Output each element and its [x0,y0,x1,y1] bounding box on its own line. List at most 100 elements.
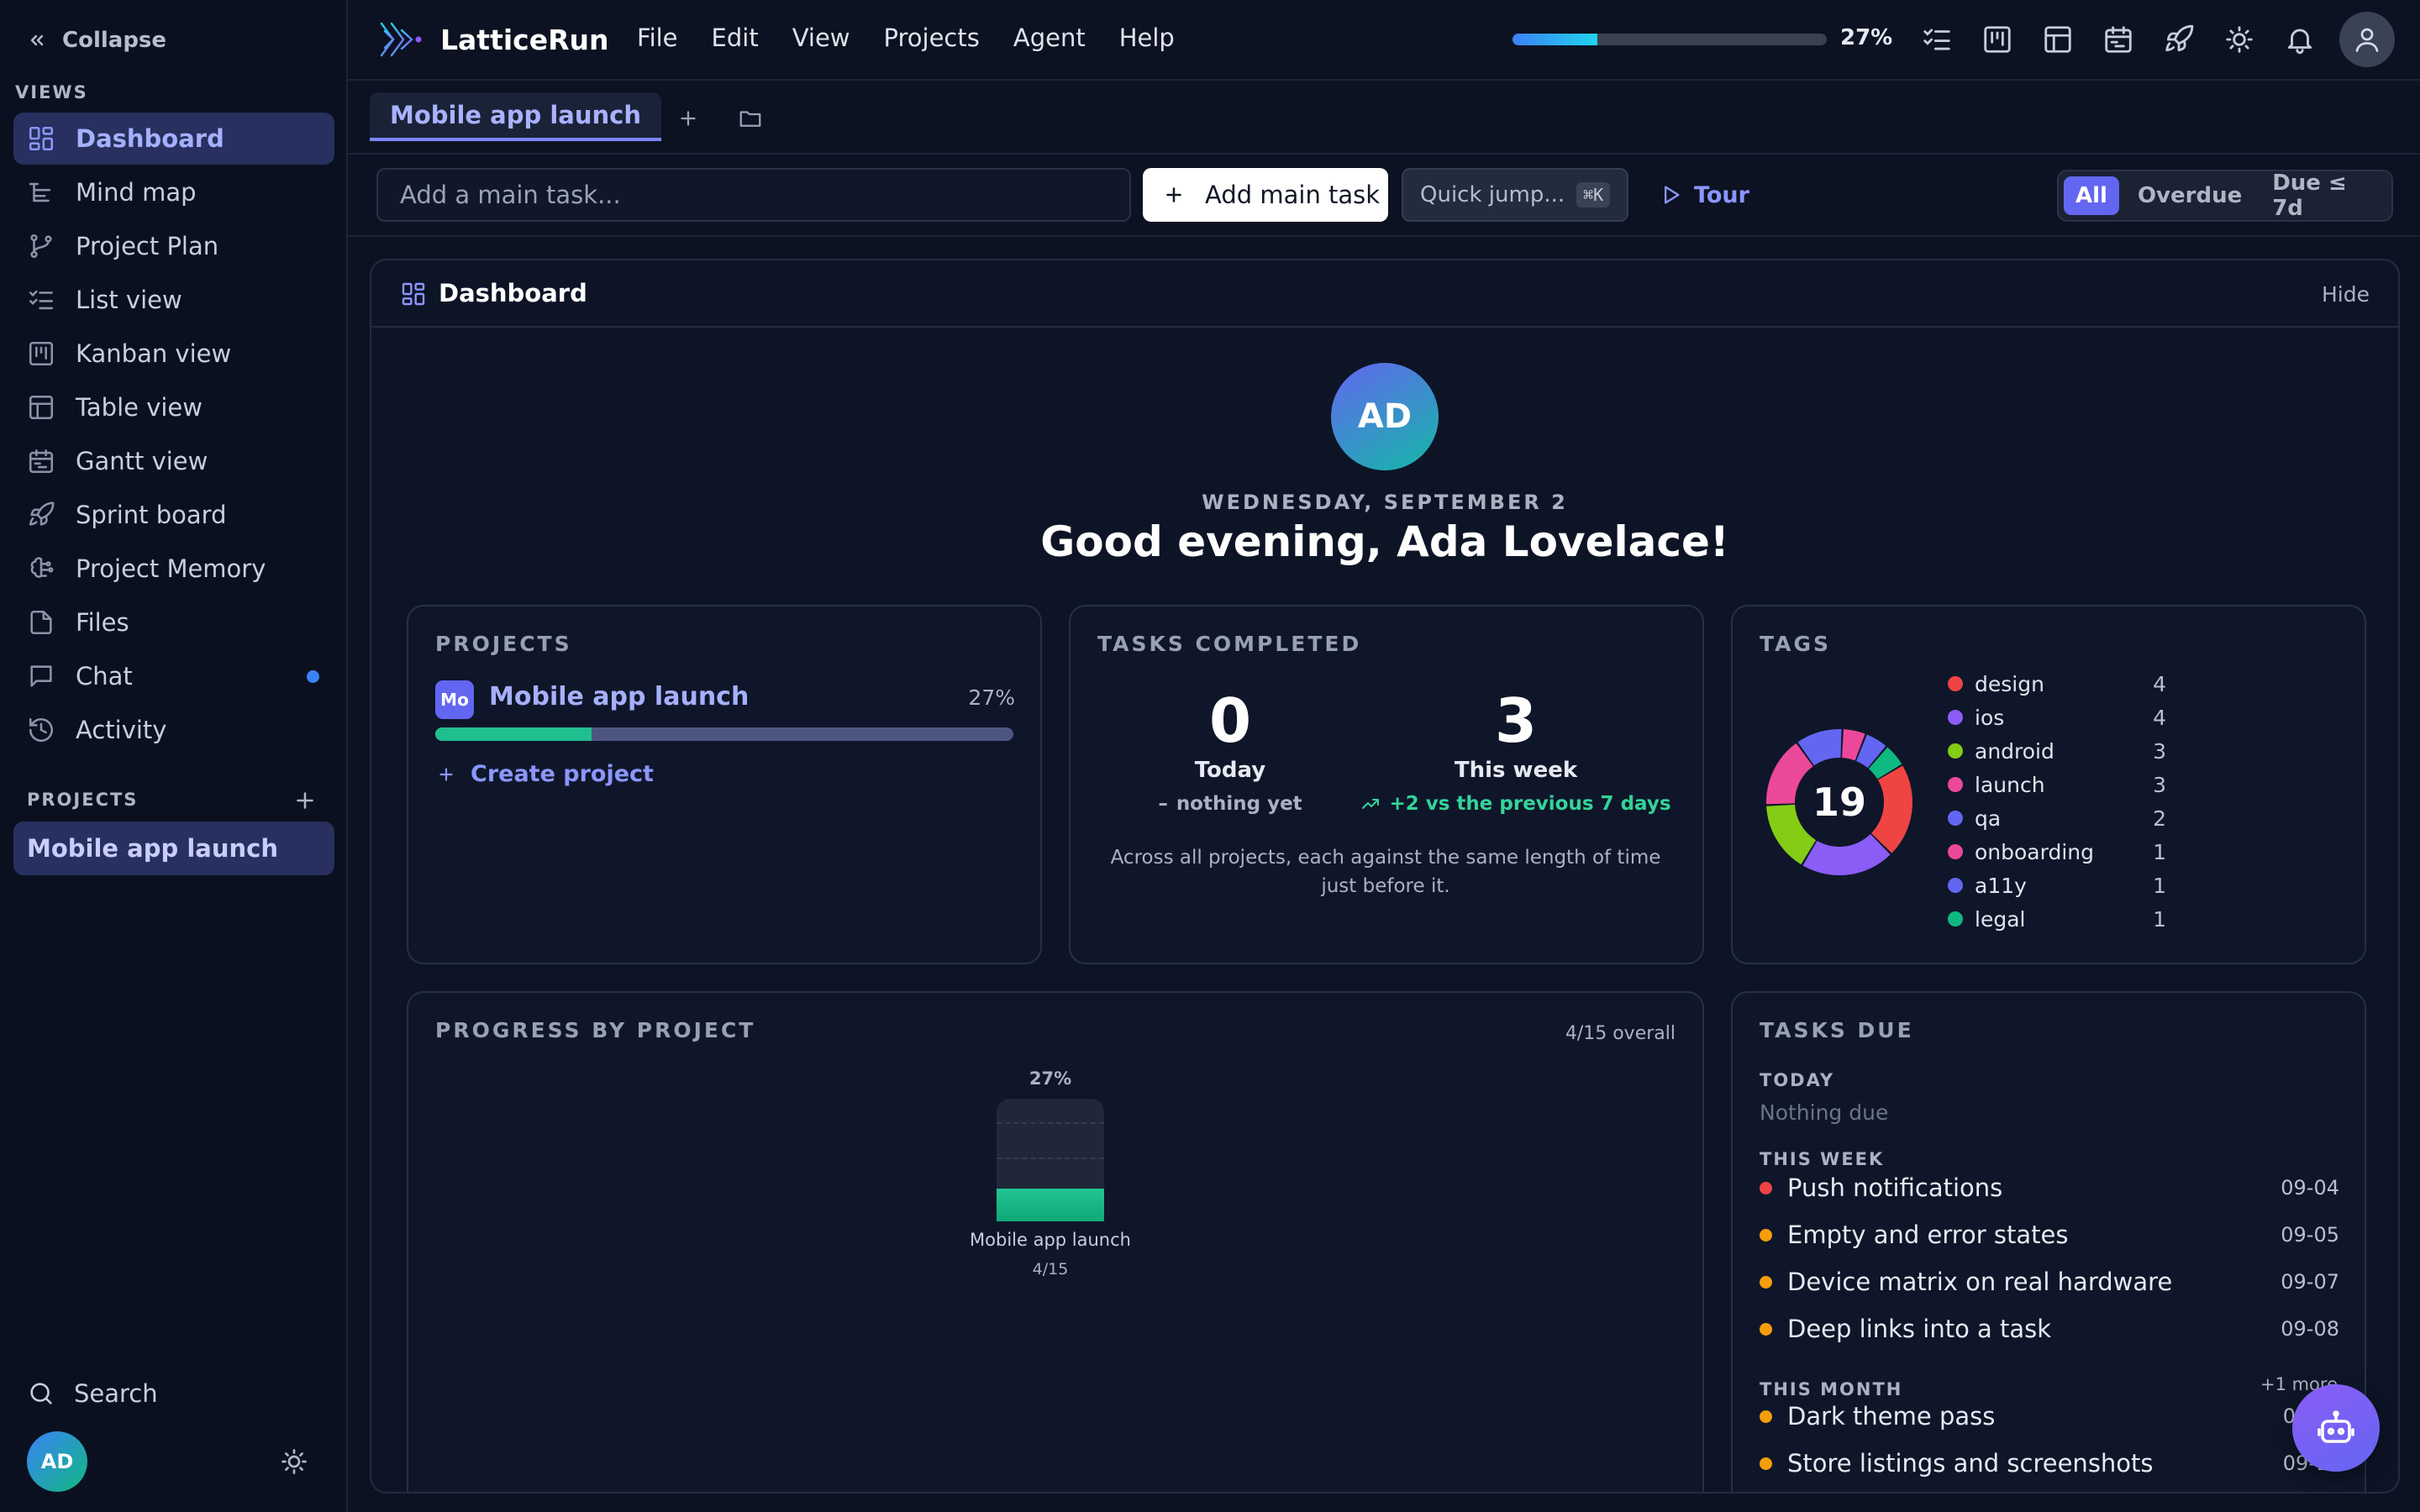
tag-legend-item[interactable]: legal 1 [1948,902,2166,936]
due-week-label: THIS WEEK [1760,1149,1885,1169]
table-button[interactable] [2042,24,2074,55]
tag-name: qa [1975,806,2002,831]
list-view-button[interactable] [1921,24,1953,55]
sidebar-item-mind-map[interactable]: Mind map [13,166,334,218]
tasks-completed-card: TASKS COMPLETED 0 Today – nothing yet 3 … [1069,605,1704,964]
kanban-button[interactable] [1981,24,2013,55]
sidebar-item-project-memory[interactable]: Project Memory [13,543,334,595]
tag-legend-item[interactable]: onboarding 1 [1948,835,2166,869]
sidebar-item-label: Project Plan [76,232,219,260]
tour-button[interactable]: Tour [1659,168,1749,222]
add-main-task-button[interactable]: Add main task [1143,168,1388,222]
completed-today-value: 0 [1208,685,1252,756]
chevrons-left-icon [27,30,47,50]
add-project-button[interactable] [291,786,319,815]
sidebar-project-item[interactable]: Mobile app launch [13,822,334,875]
card-label: PROJECTS [435,632,572,656]
dashboard-title: Dashboard [439,279,587,307]
due-task-item[interactable]: Dark theme pass09-1? [1760,1399,2339,1433]
tag-legend-item[interactable]: qa 2 [1948,801,2166,835]
main-task-input[interactable] [376,168,1131,222]
sidebar-item-gantt-view[interactable]: Gantt view [13,435,334,487]
progress-fill [1512,34,1597,45]
plus-icon [1166,187,1181,202]
filter-all[interactable]: All [2064,176,2119,215]
tag-legend-item[interactable]: launch 3 [1948,768,2166,801]
quick-jump-button[interactable]: Quick jump... ⌘K [1402,168,1628,222]
theme-button[interactable] [2223,24,2255,55]
tag-color-dot [1948,710,1963,725]
sidebar-item-table-view[interactable]: Table view [13,381,334,433]
due-task-item[interactable]: Empty and error states 09-05 [1760,1218,2339,1252]
menu-agent[interactable]: Agent [1013,24,1086,52]
app-name: LatticeRun [440,23,609,56]
sidebar-item-sprint-board[interactable]: Sprint board [13,489,334,541]
agent-fab-button[interactable] [2292,1384,2380,1472]
tag-color-dot [1948,844,1963,859]
sidebar-item-chat[interactable]: Chat [13,650,334,702]
sidebar-item-label: Sprint board [76,501,227,529]
tag-legend-item[interactable]: a11y 1 [1948,869,2166,902]
tag-legend-item[interactable]: ios 4 [1948,701,2166,734]
menu-edit[interactable]: Edit [712,24,759,52]
app-brand[interactable]: LatticeRun [376,18,609,60]
brain-icon [27,554,55,583]
project-badge: Mo [435,680,474,719]
account-button[interactable] [2339,12,2395,67]
due-task-item[interactable]: Deep links into a task 09-08 [1760,1312,2339,1346]
sidebar-item-dashboard[interactable]: Dashboard [13,113,334,165]
menu-view[interactable]: View [792,24,850,52]
create-project-button[interactable]: Create project [435,761,654,787]
sidebar-item-files[interactable]: Files [13,596,334,648]
tag-count: 1 [2153,839,2166,864]
calendar-icon [2105,26,2132,53]
project-link[interactable]: Mobile app launch [489,682,749,711]
notifications-button[interactable] [2284,24,2316,55]
sidebar-search[interactable]: Search [27,1379,158,1408]
sidebar-item-list-view[interactable]: List view [13,274,334,326]
due-today-label: TODAY [1760,1070,1835,1090]
tag-legend-item[interactable]: design 4 [1948,667,2166,701]
due-task-item[interactable]: Device matrix on real hardware 09-07 [1760,1265,2339,1299]
sidebar-item-label: List view [76,286,182,314]
sidebar-item-label: Kanban view [76,339,232,368]
tasks-due-card: TASKS DUE TODAY Nothing due THIS WEEK Pu… [1731,991,2366,1492]
menu-file[interactable]: File [637,24,678,52]
project-progress-column[interactable] [997,1099,1104,1221]
open-folder-button[interactable] [738,106,763,131]
tag-legend-item[interactable]: android 3 [1948,734,2166,768]
tag-count: 1 [2153,873,2166,898]
sidebar-item-label: Gantt view [76,447,208,475]
kanban-icon [1984,26,2011,53]
sidebar-item-project-plan[interactable]: Project Plan [13,220,334,272]
menu-projects[interactable]: Projects [884,24,980,52]
sidebar-item-label: Project Memory [76,554,266,583]
tag-color-dot [1948,878,1963,893]
collapse-button[interactable]: Collapse [27,24,166,57]
filter-overdue[interactable]: Overdue [2126,176,2254,215]
chat-icon [27,662,55,690]
priority-dot [1760,1228,1772,1242]
theme-toggle-button[interactable] [279,1446,309,1477]
sidebar-item-kanban-view[interactable]: Kanban view [13,328,334,380]
completed-today-sub: – nothing yet [1104,793,1356,815]
completed-today-label: Today [1194,758,1266,783]
greeting-avatar: AD [1331,363,1439,470]
sprint-button[interactable] [2163,24,2195,55]
hide-dashboard-button[interactable]: Hide [2322,282,2370,307]
gantt-button[interactable] [2102,24,2134,55]
user-avatar[interactable]: AD [27,1431,87,1492]
due-task-item[interactable]: Push notifications 09-04 [1760,1171,2339,1205]
collapse-label: Collapse [62,28,167,53]
tab-mobile-app-launch[interactable]: Mobile app launch [370,92,662,141]
search-label: Search [74,1379,158,1408]
tag-color-dot [1948,811,1963,826]
completed-week-value: 3 [1494,685,1538,756]
minus-icon: – [1158,793,1168,815]
sidebar-item-activity[interactable]: Activity [13,704,334,756]
new-tab-button[interactable] [676,106,701,131]
due-task-item[interactable]: Store listings and screenshots09-1? [1760,1446,2339,1480]
plus-icon [681,111,696,126]
filter-due-7d[interactable]: Due ≤ 7d [2260,164,2391,228]
menu-help[interactable]: Help [1119,24,1175,52]
